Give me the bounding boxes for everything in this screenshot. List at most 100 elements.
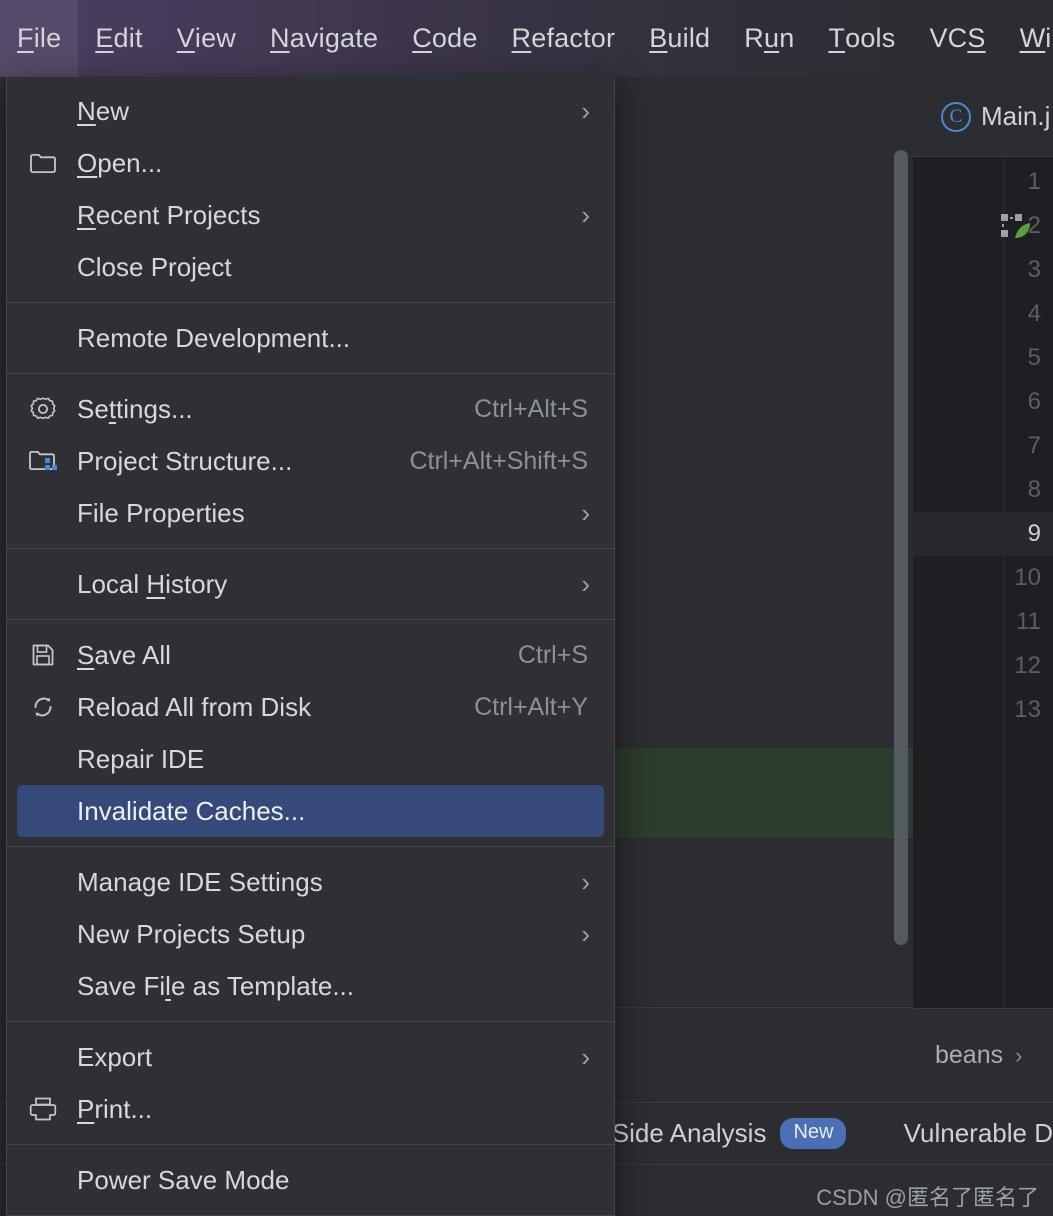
menu-separator	[7, 1144, 614, 1145]
editor-tab-main-java[interactable]: C Main.j	[913, 77, 1053, 157]
menu-item-close-project[interactable]: Close Project	[7, 241, 614, 293]
menu-item-file-properties[interactable]: File Properties ›	[7, 487, 614, 539]
menu-item-label: Manage IDE Settings	[77, 866, 323, 897]
menubar-item-navigate[interactable]: Navigate	[253, 0, 395, 77]
menu-item-label: Save All	[77, 639, 171, 670]
menu-item-label: New Projects Setup	[77, 918, 306, 949]
chevron-right-icon: ›	[581, 919, 590, 949]
menu-item-label: Close Project	[77, 251, 232, 282]
menu-item-recent-projects[interactable]: Recent Projects ›	[7, 189, 614, 241]
menu-item-shortcut: Ctrl+Alt+Y	[474, 692, 588, 721]
menu-item-label: Save File as Template...	[77, 970, 355, 1001]
no-icon	[23, 919, 63, 949]
menu-item-repair-ide[interactable]: Repair IDE	[7, 733, 614, 785]
printer-icon	[23, 1094, 63, 1124]
menu-item-label: Local History	[77, 568, 228, 599]
no-icon	[23, 1042, 63, 1072]
menu-item-label: Project Structure...	[77, 445, 293, 476]
no-icon	[23, 252, 63, 282]
menu-item-open[interactable]: Open...	[7, 137, 614, 189]
chevron-right-icon: ›	[581, 867, 590, 897]
menu-item-label: Remote Development...	[77, 322, 351, 353]
line-number: 7	[1027, 432, 1041, 459]
no-icon	[23, 867, 63, 897]
project-structure-icon	[23, 446, 63, 476]
menu-item-export[interactable]: Export ›	[7, 1031, 614, 1083]
line-number: 1	[1027, 168, 1041, 195]
breadcrumb-item-beans[interactable]: beans	[935, 1041, 1003, 1070]
line-number: 5	[1027, 344, 1041, 371]
chevron-right-icon: ›	[1015, 1042, 1023, 1068]
menubar-item-window[interactable]: Window	[1003, 0, 1053, 77]
menu-item-new[interactable]: New ›	[7, 85, 614, 137]
reload-icon	[23, 692, 63, 722]
menu-item-label: Invalidate Caches...	[77, 795, 306, 826]
line-number: 12	[1014, 652, 1041, 679]
chevron-right-icon: ›	[581, 1042, 590, 1072]
new-badge: New	[780, 1118, 847, 1149]
menu-item-label: Recent Projects	[77, 199, 261, 230]
menu-item-label: Repair IDE	[77, 743, 205, 774]
menubar-item-tools[interactable]: Tools	[811, 0, 912, 77]
menu-item-invalidate-caches[interactable]: Invalidate Caches...	[17, 785, 604, 837]
menu-item-label: Power Save Mode	[77, 1164, 290, 1195]
line-number: 3	[1027, 256, 1041, 283]
menu-item-save-file-as-template[interactable]: Save File as Template...	[7, 960, 614, 1012]
menu-item-manage-ide-settings[interactable]: Manage IDE Settings ›	[7, 856, 614, 908]
no-icon	[23, 744, 63, 774]
chevron-right-icon: ›	[581, 498, 590, 528]
vulnerable-dependencies-label[interactable]: Vulnerable D	[904, 1118, 1053, 1149]
no-icon	[23, 498, 63, 528]
menubar-item-refactor[interactable]: Refactor	[495, 0, 633, 77]
menu-item-new-projects-setup[interactable]: New Projects Setup ›	[7, 908, 614, 960]
line-number: 8	[1027, 476, 1041, 503]
menu-separator	[7, 302, 614, 303]
menubar-item-edit[interactable]: Edit	[78, 0, 159, 77]
menubar-item-vcs[interactable]: VC S	[912, 0, 1002, 77]
menu-item-print[interactable]: Print...	[7, 1083, 614, 1135]
menu-item-shortcut: Ctrl+Alt+S	[474, 394, 588, 423]
menu-item-reload-all-from-disk[interactable]: Reload All from Disk Ctrl+Alt+Y	[7, 681, 614, 733]
menu-item-shortcut: Ctrl+Alt+Shift+S	[409, 446, 588, 475]
line-number: 4	[1027, 300, 1041, 327]
chevron-right-icon: ›	[581, 569, 590, 599]
menu-item-power-save-mode[interactable]: Power Save Mode	[7, 1154, 614, 1206]
menubar-item-file[interactable]: File	[0, 0, 79, 77]
project-tree-scrollbar[interactable]	[894, 150, 908, 945]
editor-tab-label: Main.j	[981, 101, 1051, 131]
menu-separator	[7, 619, 614, 620]
no-icon	[23, 200, 63, 230]
menubar-item-run[interactable]: Run	[727, 0, 811, 77]
menu-item-label: Reload All from Disk	[77, 691, 312, 722]
spring-bean-icon[interactable]	[1000, 212, 1034, 242]
no-icon	[23, 569, 63, 599]
line-number: 11	[1016, 608, 1041, 635]
menu-separator	[7, 548, 614, 549]
menu-item-label: Open...	[77, 147, 163, 178]
file-menu-dropdown[interactable]: New › Open... Recent Projects › Close Project…	[6, 77, 615, 1216]
menu-item-label: File Properties	[77, 497, 245, 528]
menu-item-label: Print...	[77, 1093, 153, 1124]
folder-icon	[23, 148, 63, 178]
menu-item-shortcut: Ctrl+S	[517, 640, 588, 669]
breadcrumb[interactable]: beans ›	[913, 1008, 1053, 1102]
menu-item-save-all[interactable]: Save All Ctrl+S	[7, 629, 614, 681]
menu-item-project-structure[interactable]: Project Structure... Ctrl+Alt+Shift+S	[7, 435, 614, 487]
chevron-right-icon: ›	[581, 200, 590, 230]
save-icon	[23, 640, 63, 670]
menubar-item-view[interactable]: View	[160, 0, 253, 77]
java-class-icon: C	[941, 101, 971, 132]
no-icon	[23, 796, 63, 826]
menu-item-remote-development[interactable]: Remote Development...	[7, 312, 614, 364]
menu-item-local-history[interactable]: Local History ›	[7, 558, 614, 610]
watermark-text: CSDN @匿名了匿名了	[816, 1185, 1039, 1210]
side-analysis-label[interactable]: -Side Analysis	[603, 1118, 766, 1149]
line-number-current: 9	[1027, 520, 1041, 547]
line-number: 13	[1014, 696, 1041, 723]
menubar-item-code[interactable]: Code	[395, 0, 494, 77]
main-menubar: File Edit View Navigate Code Refactor Build Ru n…	[0, 0, 1053, 77]
menu-item-settings[interactable]: Settings... Ctrl+Alt+S	[7, 383, 614, 435]
no-icon	[23, 323, 63, 353]
menubar-item-build[interactable]: Build	[632, 0, 727, 77]
chevron-right-icon: ›	[581, 96, 590, 126]
